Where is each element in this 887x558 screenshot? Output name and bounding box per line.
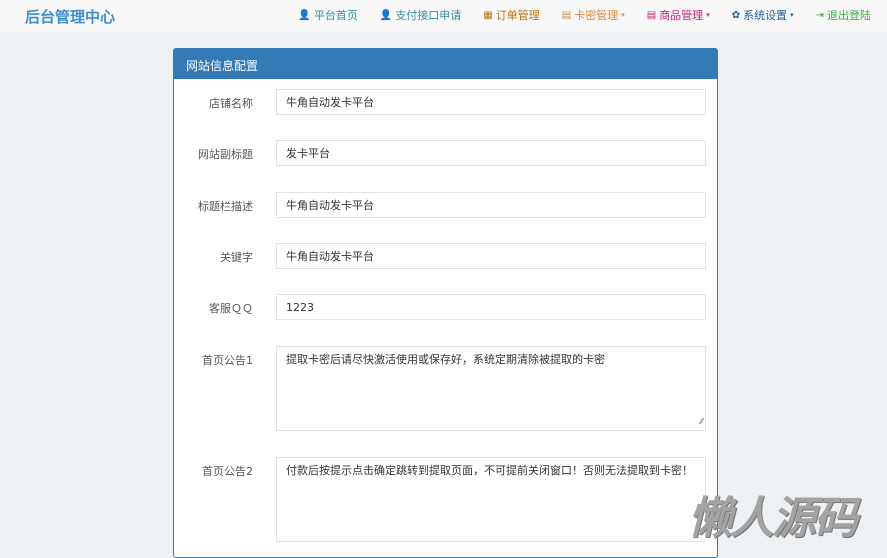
nav-item-6[interactable]: ⇥ 退出登陆	[816, 7, 871, 23]
caret-down-icon: ▾	[621, 11, 625, 19]
nav-item-1[interactable]: 👤 支付接口申请	[380, 7, 461, 23]
list-icon: ▤	[561, 9, 572, 21]
nav-item-label: 卡密管理	[574, 9, 619, 22]
field-label: 首页公告1	[202, 354, 253, 367]
field-label: 标题栏描述	[198, 200, 253, 213]
calculator-icon: ▦	[483, 9, 493, 21]
field-input[interactable]: 牛角自动发卡平台	[276, 192, 706, 218]
list-icon: ▤	[646, 9, 657, 21]
nav-item-label: 订单管理	[495, 9, 540, 22]
nav-item-label: 商品管理	[659, 9, 704, 22]
field-label: 关键字	[220, 251, 253, 264]
user-icon: 👤	[379, 9, 393, 21]
brand-title[interactable]: 后台管理中心	[25, 6, 115, 27]
caret-down-icon: ▾	[790, 11, 794, 19]
notice-text: 付款后按提示点击确定跳转到提取页面，不可提前关闭窗口！否则无法提取到卡密！	[286, 464, 693, 477]
site-config-panel: 网站信息配置 店铺名称 牛角自动发卡平台 网站副标题 发卡平台 标题栏描述 牛角自动发卡平…	[173, 48, 718, 558]
logout-icon: ⇥	[815, 9, 824, 21]
nav-item-label: 支付接口申请	[395, 9, 462, 22]
notice-textarea[interactable]: 付款后按提示点击确定跳转到提取页面，不可提前关闭窗口！否则无法提取到卡密！ ⁄⁄	[276, 457, 706, 542]
user-icon: 👤	[298, 9, 311, 21]
nav-item-label: 退出登陆	[827, 9, 871, 22]
panel-title: 网站信息配置	[174, 49, 717, 79]
nav-item-4[interactable]: ▤ 商品管理 ▾	[647, 7, 710, 23]
nav-item-5[interactable]: ✿ 系统设置 ▾	[732, 7, 794, 23]
nav-item-2[interactable]: ▦ 订单管理	[483, 7, 539, 23]
nav-item-label: 系统设置	[743, 9, 788, 22]
nav-menu: 👤 平台首页 👤 支付接口申请 ▦ 订单管理 ▤ 卡密管理 ▾ ▤ 商品管理 ▾ ✿ 系统设置 ▾ ⇥ 退出登陆	[298, 0, 871, 30]
field-label: 店铺名称	[209, 97, 253, 110]
field-label: 客服ＱＱ	[209, 302, 253, 315]
nav-item-0[interactable]: 👤 平台首页	[298, 7, 357, 23]
nav-item-3[interactable]: ▤ 卡密管理 ▾	[562, 7, 625, 23]
navbar: 后台管理中心 👤 平台首页 👤 支付接口申请 ▦ 订单管理 ▤ 卡密管理 ▾ ▤ 商品管理 ▾ ✿ 系统设…	[0, 0, 887, 33]
notice-text: 提取卡密后请尽快激活使用或保存好，系统定期清除被提取的卡密	[286, 353, 605, 366]
nav-item-label: 平台首页	[313, 9, 358, 22]
field-input[interactable]: 牛角自动发卡平台	[276, 89, 706, 115]
field-input[interactable]: 牛角自动发卡平台	[276, 243, 706, 269]
field-input[interactable]: 1223	[276, 294, 706, 320]
field-input[interactable]: 发卡平台	[276, 140, 706, 166]
caret-down-icon: ▾	[706, 11, 710, 19]
field-label: 首页公告2	[202, 465, 253, 478]
field-label: 网站副标题	[198, 148, 253, 161]
gear-icon: ✿	[731, 9, 741, 21]
watermark: 懒人源码	[688, 493, 858, 544]
notice-textarea[interactable]: 提取卡密后请尽快激活使用或保存好，系统定期清除被提取的卡密 ⁄⁄	[276, 346, 706, 431]
resize-grip-icon[interactable]: ⁄⁄	[700, 415, 703, 429]
